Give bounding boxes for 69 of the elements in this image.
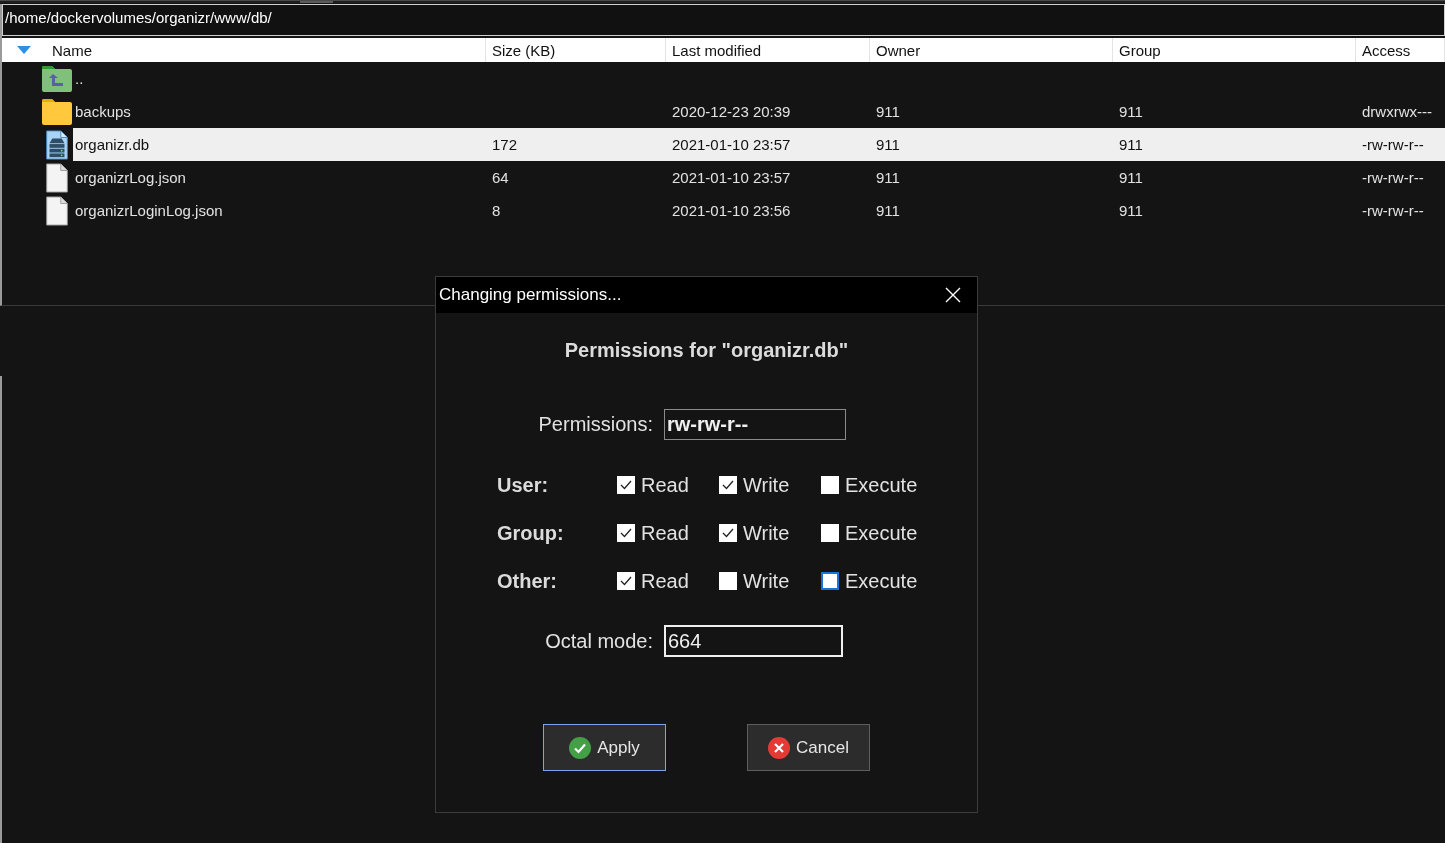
table-cell: 911 <box>876 202 900 219</box>
check-circle-icon <box>569 736 592 759</box>
column-header[interactable]: Name <box>2 38 486 62</box>
checkbox-option[interactable]: Write <box>719 569 790 593</box>
table-cell: 911 <box>1119 202 1143 219</box>
file-name: organizrLoginLog.json <box>75 202 223 219</box>
x-circle-icon <box>768 736 791 759</box>
column-header[interactable]: Access <box>1356 38 1445 62</box>
table-cell: 2021-01-10 23:57 <box>672 136 791 153</box>
column-header[interactable]: Owner <box>870 38 1113 62</box>
octal-mode-field[interactable]: 664 <box>664 625 843 657</box>
table-cell: drwxrwx--- <box>1362 103 1432 120</box>
checkmark-icon <box>620 576 632 586</box>
octal-mode-label: Octal mode: <box>545 629 653 652</box>
apply-button[interactable]: Apply <box>543 724 666 771</box>
file-row[interactable]: .. <box>73 62 1445 95</box>
column-header[interactable]: Last modified <box>666 38 870 62</box>
checkbox-option[interactable]: Write <box>719 473 790 497</box>
checkbox-option[interactable]: Execute <box>821 569 918 593</box>
permissions-label: Permissions: <box>538 413 653 435</box>
group-label: Group: <box>497 521 564 544</box>
table-cell: 172 <box>492 136 518 153</box>
sort-triangle-icon <box>17 46 31 54</box>
scrollbar-thumb[interactable] <box>300 1 333 3</box>
checkbox-option[interactable]: Write <box>719 521 790 545</box>
table-cell: 911 <box>1119 169 1143 186</box>
file-name: organizrLog.json <box>75 169 186 186</box>
permissions-field[interactable]: rw-rw-r-- <box>664 409 846 440</box>
table-cell: 2021-01-10 23:57 <box>672 169 791 186</box>
checkbox[interactable] <box>821 572 839 590</box>
table-cell: 8 <box>492 202 501 219</box>
group-label: Other: <box>497 569 557 592</box>
file-name: backups <box>75 103 131 120</box>
dialog-heading: Permissions for "organizr.db" <box>564 338 849 362</box>
table-cell: 911 <box>876 103 900 120</box>
table-cell: 2021-01-10 23:56 <box>672 202 791 219</box>
file-row[interactable]: organizr.db 172 2021-01-10 23:57 911 911 -rw-rw-r-- <box>73 128 1445 161</box>
table-cell: -rw-rw-r-- <box>1362 169 1424 186</box>
table-cell: 911 <box>1119 103 1143 120</box>
file-row[interactable]: organizrLog.json 64 2021-01-10 23:57 911 911 -rw-rw-r-- <box>73 161 1445 194</box>
table-cell: -rw-rw-r-- <box>1362 202 1424 219</box>
close-icon[interactable] <box>945 287 961 303</box>
file-row[interactable]: backups 2020-12-23 20:39 911 911 drwxrwx--- <box>73 95 1445 128</box>
cancel-button[interactable]: Cancel <box>747 724 870 771</box>
checkbox-option[interactable]: Read <box>617 473 689 497</box>
group-label: User: <box>497 473 549 496</box>
path-field[interactable]: /home/dockervolumes/organizr/www/db/ <box>2 4 1445 36</box>
checkbox-option[interactable]: Execute <box>821 521 918 545</box>
table-cell: 64 <box>492 169 509 186</box>
table-cell: 911 <box>1119 136 1143 153</box>
dialog-title: Changing permissions... <box>439 285 622 305</box>
checkmark-icon <box>722 528 734 538</box>
file-row[interactable]: organizrLoginLog.json 8 2021-01-10 23:56 911 911 -rw-rw-r-- <box>73 194 1445 227</box>
checkbox-option[interactable]: Execute <box>821 473 918 497</box>
column-header[interactable]: Group <box>1113 38 1356 62</box>
table-cell: 2020-12-23 20:39 <box>672 103 791 120</box>
column-header[interactable]: Size (KB) <box>486 38 666 62</box>
checkbox-option[interactable]: Read <box>617 521 689 545</box>
checkmark-icon <box>620 480 632 490</box>
table-cell: 911 <box>876 136 900 153</box>
table-cell: -rw-rw-r-- <box>1362 136 1424 153</box>
checkbox-option[interactable]: Read <box>617 569 689 593</box>
file-name: .. <box>75 70 84 87</box>
table-cell: 911 <box>876 169 900 186</box>
folder-icon <box>41 96 73 127</box>
checkmark-icon <box>620 528 632 538</box>
folder-up-arrow-icon <box>41 63 73 94</box>
file-name: organizr.db <box>75 136 150 153</box>
checkmark-icon <box>722 480 734 490</box>
